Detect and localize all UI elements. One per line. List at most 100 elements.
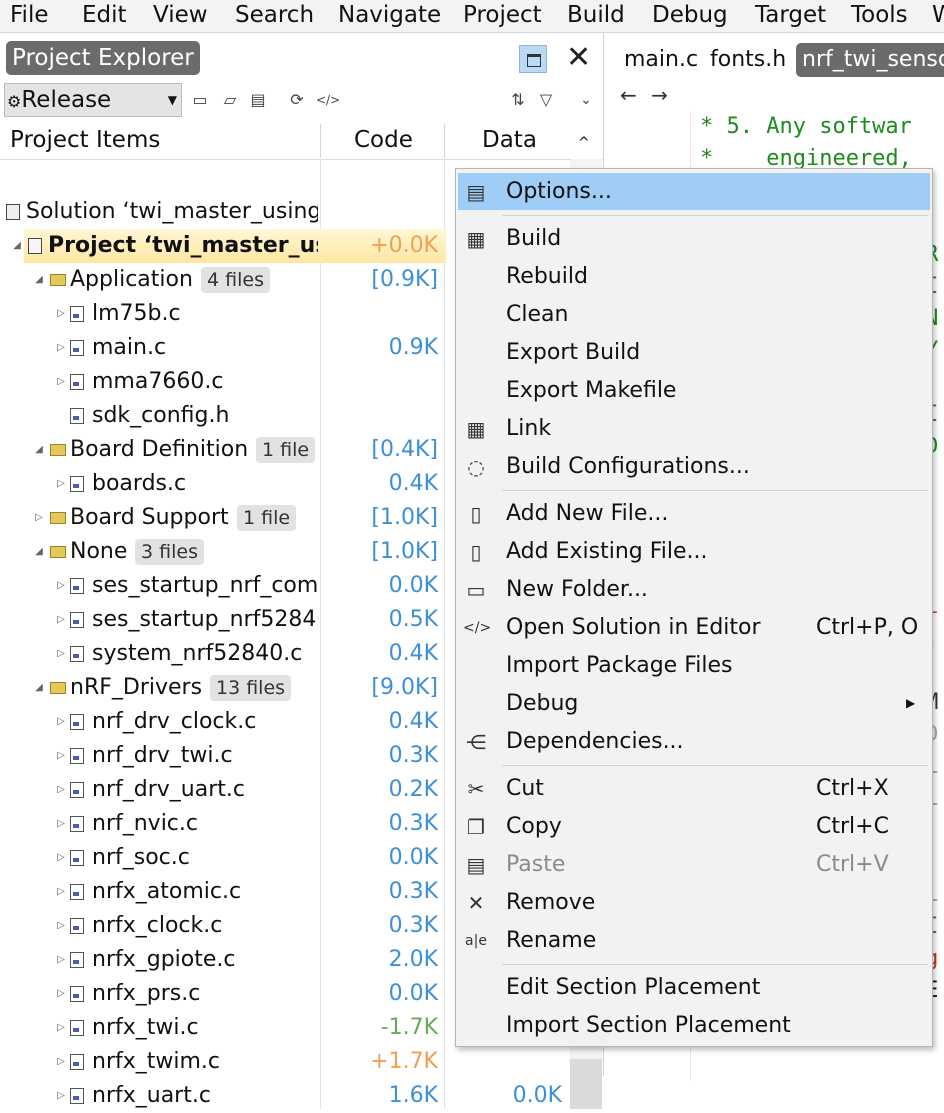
column-project-items[interactable]: Project Items [10,122,160,158]
back-arrow-icon[interactable]: ← [620,83,637,107]
collapsed-arrow-icon[interactable]: ▷ [56,637,66,671]
item-name: ses_startup_nrf_comm [92,573,318,598]
collapsed-arrow-icon[interactable]: ▷ [56,1079,66,1113]
code-size: [0.4K] [371,437,438,462]
item-name: nrfx_gpiote.c [92,947,236,972]
menu-item-label: Clean [506,302,569,327]
close-icon[interactable]: ✕ [566,41,591,75]
code-size: 1.6K [388,1083,438,1108]
collapsed-arrow-icon[interactable]: ▷ [56,297,66,331]
tree-file[interactable]: ▷ nrfx_uart.c 1.6K 0.0K [0,1079,570,1113]
tab-fonts-h[interactable]: fonts.h [704,43,792,77]
menu-file[interactable]: File [10,0,49,31]
menu-item-import-package-files[interactable]: Import Package Files [458,647,930,684]
forward-arrow-icon[interactable]: → [651,83,668,107]
collapsed-arrow-icon[interactable]: ▷ [56,705,66,739]
menu-build[interactable]: Build [567,0,625,31]
file-icon [70,340,84,356]
collapsed-arrow-icon[interactable]: ▷ [56,739,66,773]
properties-icon[interactable]: ▤ [248,90,268,110]
code-size: -1.7K [380,1015,438,1040]
menu-item-copy[interactable]: ❐ Copy Ctrl+C [458,808,930,845]
menu-item-rebuild[interactable]: Rebuild [458,258,930,295]
collapsed-arrow-icon[interactable]: ▷ [56,773,66,807]
tab-nrf-twi-sensor[interactable]: nrf_twi_senso [796,43,944,77]
menu-item-remove[interactable]: ✕ Remove [458,884,930,921]
collapsed-arrow-icon[interactable]: ▷ [56,365,66,399]
tree-file[interactable]: ▷ nrfx_twim.c +1.7K [0,1045,570,1079]
item-name: main.c [92,335,167,360]
expanded-arrow-icon[interactable]: ◢ [34,671,44,705]
menu-item-build-configurations[interactable]: ◌ Build Configurations... [458,448,930,485]
menu-edit[interactable]: Edit [82,0,127,31]
code-icon: </> [463,620,492,636]
menu-item-options[interactable]: ▤ Options... [458,173,930,210]
sort-icon[interactable]: ⇅ [508,90,528,110]
configuration-dropdown[interactable]: ⚙Release ▼ [4,83,182,117]
menu-item-add-existing-file[interactable]: ▯ Add Existing File... [458,533,930,570]
tab-main-c[interactable]: main.c [618,43,704,77]
menu-item-debug[interactable]: Debug ▶ [458,685,930,722]
collapsed-arrow-icon[interactable]: ▷ [56,1045,66,1079]
menu-project[interactable]: Project [463,0,542,31]
collapsed-arrow-icon[interactable]: ▷ [56,467,66,501]
collapsed-arrow-icon[interactable]: ▷ [56,909,66,943]
open-folder-icon[interactable]: ▱ [220,90,240,110]
refresh-icon[interactable]: ⟳ [287,90,307,110]
menu-tools[interactable]: Tools [851,0,908,31]
collapsed-arrow-icon[interactable]: ▷ [56,569,66,603]
menu-item-link[interactable]: ▦ Link [458,410,930,447]
menu-item-add-new-file[interactable]: ▯ Add New File... [458,495,930,532]
menu-item-dependencies[interactable]: ⋲ Dependencies... [458,723,930,760]
menu-target[interactable]: Target [755,0,826,31]
menu-item-label: Add Existing File... [506,539,708,564]
menu-item-export-build[interactable]: Export Build [458,334,930,371]
menu-item-rename[interactable]: a|e Rename [458,922,930,959]
scroll-up-icon[interactable]: ^ [578,135,590,151]
expanded-arrow-icon[interactable]: ◢ [12,229,22,263]
expanded-arrow-icon[interactable]: ◢ [34,263,44,297]
panel-title: Project Explorer [6,41,200,75]
column-code[interactable]: Code [354,122,413,158]
file-count-badge: 1 file [256,437,316,463]
expanded-arrow-icon[interactable]: ◢ [34,535,44,569]
menu-window[interactable]: W [932,0,944,31]
column-data[interactable]: Data [482,122,537,158]
menu-navigate[interactable]: Navigate [338,0,441,31]
new-project-icon[interactable]: ▭ [190,90,210,110]
collapsed-arrow-icon[interactable]: ▷ [34,501,44,535]
code-size: +1.7K [370,1049,438,1074]
menu-bar: File Edit View Search Navigate Project B… [0,0,944,33]
file-icon [70,918,84,934]
item-name: ses_startup_nrf52840. [92,607,318,632]
code-size: 0.0K [388,573,438,598]
menu-debug[interactable]: Debug [652,0,728,31]
menu-item-label: Edit Section Placement [506,975,761,1000]
collapsed-arrow-icon[interactable]: ▷ [56,943,66,977]
menu-item-new-folder[interactable]: ▭ New Folder... [458,571,930,608]
tree-project[interactable]: ◢ Project ‘twi_master_usin +0.0K [13,229,446,263]
maximize-icon[interactable] [519,45,547,73]
collapsed-arrow-icon[interactable]: ▷ [56,977,66,1011]
collapsed-arrow-icon[interactable]: ▷ [56,603,66,637]
menu-item-open-solution-in-editor[interactable]: </> Open Solution in Editor Ctrl+P, O [458,609,930,646]
menu-search[interactable]: Search [235,0,314,31]
menu-item-build[interactable]: ▦ Build [458,220,930,257]
expanded-arrow-icon[interactable]: ◢ [34,433,44,467]
code-view-icon[interactable]: </> [316,90,340,110]
menu-item-edit-section-placement[interactable]: Edit Section Placement [458,969,930,1006]
menu-item-export-makefile[interactable]: Export Makefile [458,372,930,409]
chevron-down-icon[interactable]: ⌄ [576,90,596,110]
filter-icon[interactable]: ▽ [536,90,556,110]
menu-item-import-section-placement[interactable]: Import Section Placement [458,1007,930,1044]
menu-item-clean[interactable]: Clean [458,296,930,333]
collapsed-arrow-icon[interactable]: ▷ [56,331,66,365]
collapsed-arrow-icon[interactable]: ▷ [56,1011,66,1045]
collapsed-arrow-icon[interactable]: ▷ [56,875,66,909]
collapsed-arrow-icon[interactable]: ▷ [56,841,66,875]
item-name: Board Support [70,505,229,530]
file-icon [70,646,84,662]
menu-view[interactable]: View [153,0,208,31]
menu-item-cut[interactable]: ✂ Cut Ctrl+X [458,770,930,807]
collapsed-arrow-icon[interactable]: ▷ [56,807,66,841]
